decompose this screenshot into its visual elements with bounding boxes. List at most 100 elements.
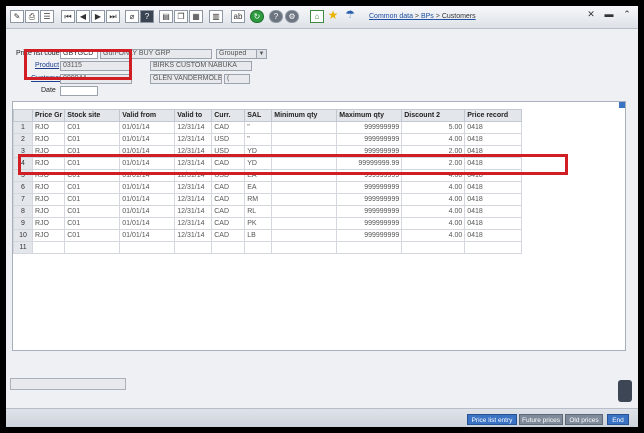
table-cell-pg[interactable]: RJO	[31, 217, 66, 230]
table-cell-curr[interactable]: USD	[211, 169, 246, 182]
column-header[interactable]: Maximum qty	[336, 109, 403, 122]
table-cell-site[interactable]	[64, 241, 121, 254]
table-cell-to[interactable]: 12/31/14	[174, 133, 213, 146]
table-cell-curr[interactable]: CAD	[211, 181, 246, 194]
table-cell-disc[interactable]	[401, 241, 466, 254]
info-icon[interactable]: ?	[269, 10, 283, 23]
row-number[interactable]: 6	[13, 181, 33, 194]
table-cell-sal[interactable]: EA	[244, 181, 273, 194]
table-cell-max[interactable]: 99999999.99	[336, 157, 403, 170]
list-icon[interactable]: ☰	[40, 10, 54, 23]
first-icon[interactable]: ⏮	[61, 10, 75, 23]
table-row[interactable]: 3 RJO C01 01/01/14 12/31/14 USD YD 999999999 2.0…	[13, 145, 523, 158]
table-cell-site[interactable]: C01	[64, 181, 121, 194]
table-cell-min[interactable]	[271, 121, 338, 134]
table-cell-curr[interactable]: CAD	[211, 121, 246, 134]
table-cell-to[interactable]: 12/31/14	[174, 229, 213, 242]
grid-icon[interactable]: ▥	[209, 10, 223, 23]
print-icon[interactable]: ⎙	[25, 10, 39, 23]
table-cell-min[interactable]	[271, 241, 338, 254]
old-prices-button[interactable]: Old prices	[565, 414, 603, 425]
table-cell-disc[interactable]: 4.00	[401, 217, 466, 230]
table-cell-to[interactable]: 12/31/14	[174, 121, 213, 134]
table-cell-max[interactable]: 999999999	[336, 181, 403, 194]
table-cell-site[interactable]: C01	[64, 133, 121, 146]
table-cell-from[interactable]: 01/01/14	[119, 205, 176, 218]
table-row[interactable]: 4 RJO C01 01/01/14 12/31/14 CAD YD 99999999.99 2…	[13, 157, 523, 170]
table-cell-site[interactable]: C01	[64, 157, 121, 170]
column-header[interactable]: Discount 2	[401, 109, 466, 122]
table-cell-from[interactable]: 01/01/14	[119, 133, 176, 146]
table-cell-disc[interactable]: 4.00	[401, 133, 466, 146]
product-code-field[interactable]: 03115	[60, 61, 132, 71]
table-row[interactable]: 10 RJO C01 01/01/14 12/31/14 CAD LB 999999999 4.…	[13, 229, 523, 242]
column-header[interactable]: Price Gr	[31, 109, 66, 122]
table-cell-rec[interactable]: 0418	[464, 193, 523, 206]
table-cell-disc[interactable]: 4.00	[401, 229, 466, 242]
table-cell-pg[interactable]: RJO	[31, 133, 66, 146]
table-cell-site[interactable]: C01	[64, 169, 121, 182]
table-row[interactable]: 5 RJO C01 01/01/14 12/31/14 USD EA 999999999 4.0…	[13, 169, 523, 182]
table-cell-max[interactable]: 999999999	[336, 217, 403, 230]
table-cell-site[interactable]: C01	[64, 145, 121, 158]
column-header[interactable]: Stock site	[64, 109, 121, 122]
chevron-down-icon[interactable]: ▼	[256, 50, 266, 58]
doc-icon[interactable]: ▤	[159, 10, 173, 23]
row-number[interactable]: 7	[13, 193, 33, 206]
breadcrumb-bps[interactable]: BPs	[421, 13, 434, 20]
future-prices-button[interactable]: Future prices	[519, 414, 563, 425]
row-number[interactable]: 2	[13, 133, 33, 146]
row-number[interactable]: 3	[13, 145, 33, 158]
table-cell-site[interactable]: C01	[64, 121, 121, 134]
help-icon[interactable]: ?	[140, 10, 154, 23]
row-number[interactable]: 10	[13, 229, 33, 242]
table-cell-min[interactable]	[271, 169, 338, 182]
table-cell-min[interactable]	[271, 205, 338, 218]
chevron-up-icon[interactable]: ⌃	[620, 9, 634, 20]
table-cell-from[interactable]: 01/01/14	[119, 193, 176, 206]
table-cell-max[interactable]: 999999999	[336, 145, 403, 158]
table-cell-curr[interactable]: CAD	[211, 217, 246, 230]
table-cell-rec[interactable]: 0418	[464, 205, 523, 218]
table-cell-pg[interactable]	[31, 241, 66, 254]
refresh-icon[interactable]: ↻	[250, 10, 264, 23]
grid-menu-icon[interactable]	[619, 102, 625, 108]
table-cell-sal[interactable]: YD	[244, 145, 273, 158]
product-label[interactable]: Product	[35, 62, 59, 69]
table-cell-curr[interactable]	[211, 241, 246, 254]
table-cell-curr[interactable]: CAD	[211, 157, 246, 170]
table-cell-sal[interactable]: RL	[244, 205, 273, 218]
table-cell-disc[interactable]: 4.00	[401, 205, 466, 218]
umbrella-icon[interactable]: ☂	[343, 10, 357, 23]
column-header[interactable]: Valid from	[119, 109, 176, 122]
table-cell-pg[interactable]: RJO	[31, 193, 66, 206]
table-cell-min[interactable]	[271, 145, 338, 158]
table-cell-rec[interactable]: 0418	[464, 157, 523, 170]
table-cell-from[interactable]: 01/01/14	[119, 145, 176, 158]
table-cell-from[interactable]: 01/01/14	[119, 217, 176, 230]
table-cell-curr[interactable]: USD	[211, 145, 246, 158]
home-icon[interactable]: ⌂	[310, 10, 324, 23]
table-cell-from[interactable]: 01/01/14	[119, 229, 176, 242]
table-cell-min[interactable]	[271, 193, 338, 206]
row-number[interactable]: 11	[13, 241, 33, 254]
table-cell-to[interactable]	[174, 241, 213, 254]
table-cell-sal[interactable]: "	[244, 121, 273, 134]
row-number[interactable]: 1	[13, 121, 33, 134]
table-row[interactable]: 1 RJO C01 01/01/14 12/31/14 CAD " 999999999 5.00…	[13, 121, 523, 134]
table-cell-rec[interactable]: 0418	[464, 145, 523, 158]
table-cell-from[interactable]: 01/01/14	[119, 181, 176, 194]
text-icon[interactable]: ab	[231, 10, 245, 23]
table-row[interactable]: 2 RJO C01 01/01/14 12/31/14 USD " 999999999 4.00…	[13, 133, 523, 146]
table-row[interactable]: 6 RJO C01 01/01/14 12/31/14 CAD EA 999999999 4.0…	[13, 181, 523, 194]
table-cell-curr[interactable]: CAD	[211, 205, 246, 218]
table-cell-min[interactable]	[271, 181, 338, 194]
end-button[interactable]: End	[607, 414, 629, 425]
table-cell-rec[interactable]: 0418	[464, 181, 523, 194]
column-header[interactable]: Curr.	[211, 109, 246, 122]
table-cell-min[interactable]	[271, 217, 338, 230]
table-cell-sal[interactable]: RM	[244, 193, 273, 206]
copy-icon[interactable]: ❐	[174, 10, 188, 23]
table-cell-disc[interactable]: 4.00	[401, 169, 466, 182]
table-cell-max[interactable]: 999999999	[336, 205, 403, 218]
